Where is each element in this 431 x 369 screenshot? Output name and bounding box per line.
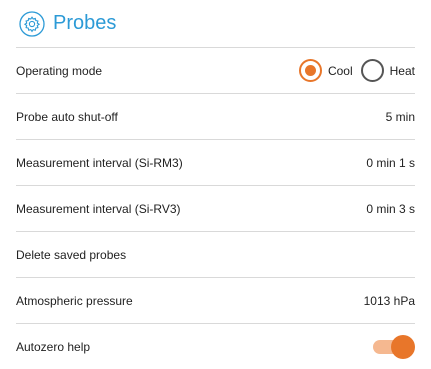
atmospheric-pressure-row[interactable]: Atmospheric pressure 1013 hPa <box>16 278 415 324</box>
page-header: Probes <box>16 0 415 48</box>
radio-selected-dot <box>304 65 316 76</box>
atmospheric-pressure-label: Atmospheric pressure <box>16 293 133 308</box>
interval-rm3-value: 0 min 1 s <box>366 155 415 170</box>
interval-rm3-row[interactable]: Measurement interval (Si-RM3) 0 min 1 s <box>16 140 415 186</box>
radio-label-heat: Heat <box>389 63 415 78</box>
interval-rm3-label: Measurement interval (Si-RM3) <box>16 155 183 170</box>
probe-auto-shutoff-label: Probe auto shut-off <box>16 109 118 124</box>
page-title: Probes <box>53 12 117 34</box>
autozero-help-label: Autozero help <box>16 340 91 354</box>
delete-saved-probes-label: Delete saved probes <box>16 247 127 262</box>
probe-auto-shutoff-value: 5 min <box>385 109 415 124</box>
interval-rv3-row[interactable]: Measurement interval (Si-RV3) 0 min 3 s <box>16 186 415 232</box>
interval-rv3-label: Measurement interval (Si-RV3) <box>16 201 181 216</box>
radio-button-heat[interactable] <box>360 59 384 82</box>
interval-rv3-value: 0 min 3 s <box>366 201 415 216</box>
autozero-help-toggle[interactable] <box>371 335 415 359</box>
radio-button-cool[interactable] <box>298 59 322 82</box>
radio-option-cool[interactable]: Cool <box>298 59 353 82</box>
operating-mode-row: Operating mode Cool Heat <box>16 48 415 94</box>
operating-mode-label: Operating mode <box>16 63 103 78</box>
atmospheric-pressure-value: 1013 hPa <box>363 293 415 308</box>
radio-option-heat[interactable]: Heat <box>360 59 415 82</box>
operating-mode-radio-group: Cool Heat <box>291 59 415 82</box>
radio-label-cool: Cool <box>327 63 353 78</box>
probes-settings-page: Probes Operating mode Cool Heat Probe au… <box>0 0 431 369</box>
toggle-thumb[interactable] <box>391 335 415 359</box>
settings-list: Operating mode Cool Heat Probe auto shut… <box>16 48 415 369</box>
gear-icon <box>19 10 45 37</box>
autozero-help-row: Autozero help <box>16 324 415 369</box>
delete-saved-probes-row[interactable]: Delete saved probes <box>16 232 415 278</box>
probe-auto-shutoff-row[interactable]: Probe auto shut-off 5 min <box>16 94 415 140</box>
